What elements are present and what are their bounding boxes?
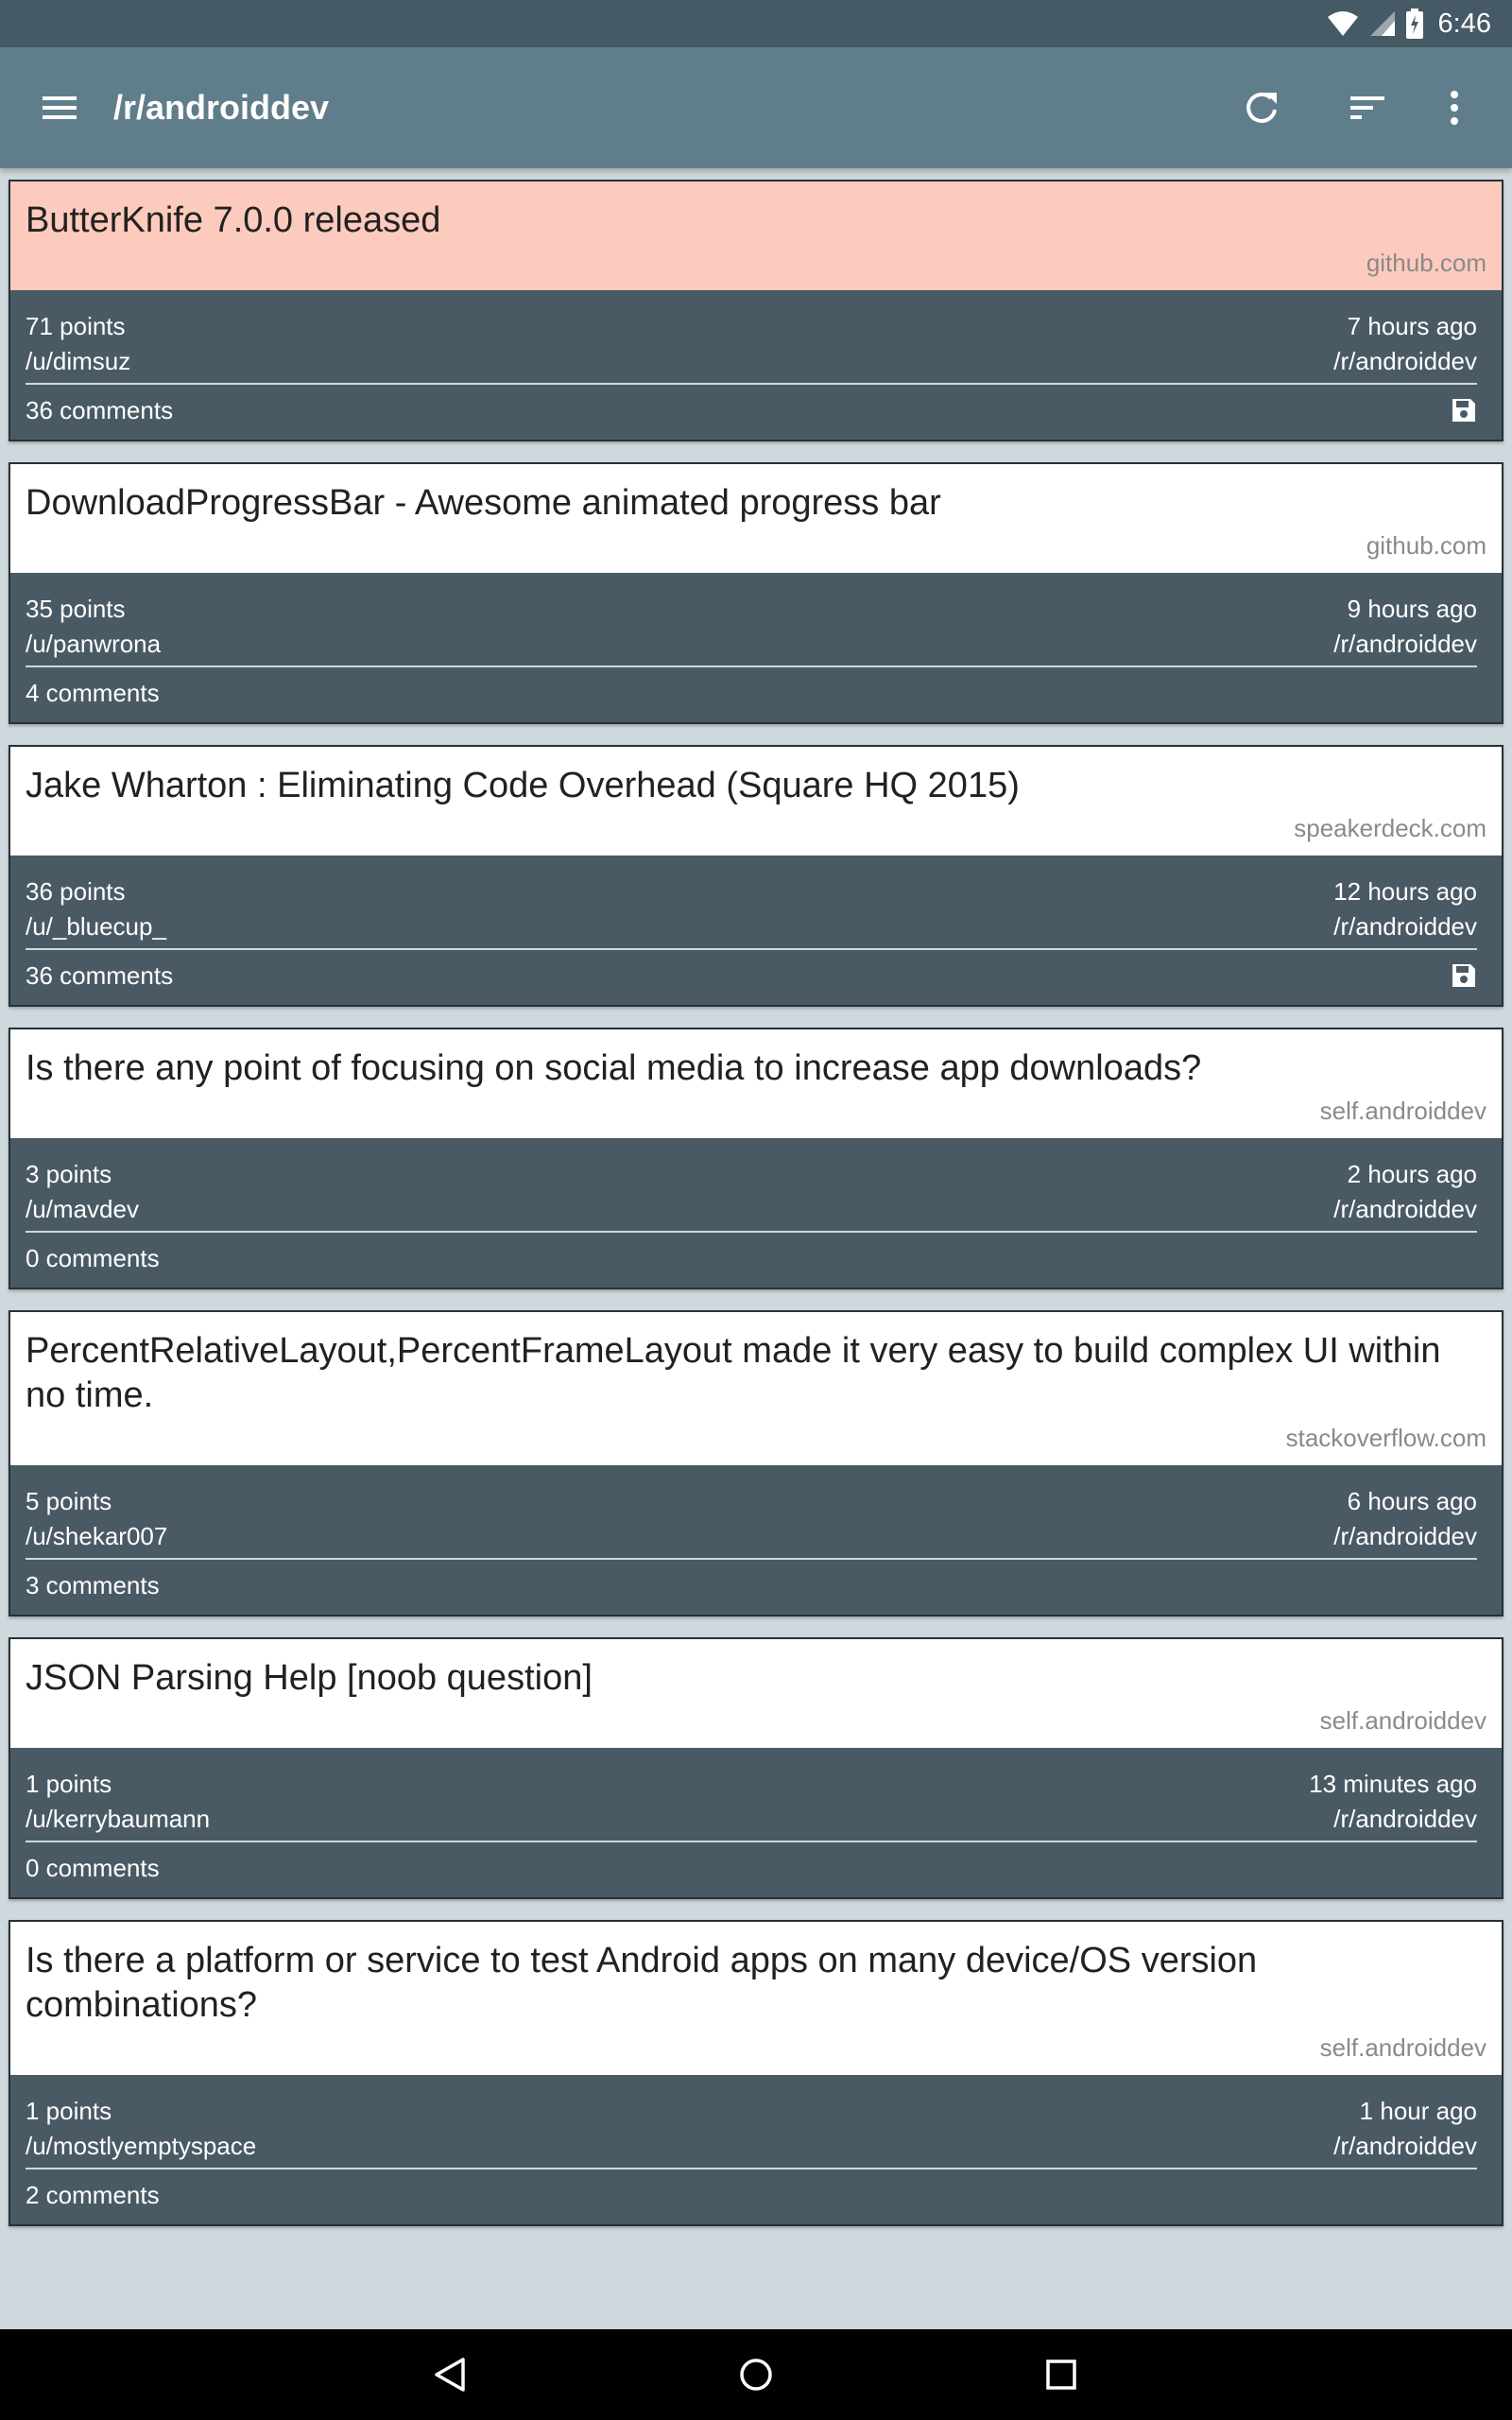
post-subreddit[interactable]: /r/androiddev <box>1333 627 1477 662</box>
save-icon[interactable] <box>1451 962 1477 989</box>
post-time: 9 hours ago <box>1347 595 1477 623</box>
app-bar: /r/androiddev <box>0 47 1512 168</box>
post-subreddit[interactable]: /r/androiddev <box>1333 2129 1477 2164</box>
signal-icon <box>1368 9 1397 38</box>
post-card[interactable]: Is there any point of focusing on social… <box>9 1028 1503 1289</box>
post-header[interactable]: Is there a platform or service to test A… <box>10 1922 1502 2075</box>
post-title[interactable]: PercentRelativeLayout,PercentFrameLayout… <box>26 1329 1486 1418</box>
post-time: 6 hours ago <box>1347 1487 1477 1515</box>
post-comments[interactable]: 0 comments <box>26 1848 160 1888</box>
post-points: 5 points <box>26 1487 112 1515</box>
post-comments[interactable]: 3 comments <box>26 1565 160 1605</box>
post-domain: speakerdeck.com <box>1294 814 1486 842</box>
system-nav-bar <box>0 2329 1512 2420</box>
post-author[interactable]: /u/mavdev <box>26 1192 139 1227</box>
post-subreddit[interactable]: /r/androiddev <box>1333 1519 1477 1554</box>
post-time: 1 hour ago <box>1359 2097 1477 2125</box>
status-icons: 6:46 <box>1327 6 1491 42</box>
post-card[interactable]: Jake Wharton : Eliminating Code Overhead… <box>9 745 1503 1007</box>
back-icon[interactable] <box>412 2348 488 2401</box>
post-author[interactable]: /u/dimsuz <box>26 344 130 379</box>
sort-icon[interactable] <box>1334 79 1400 136</box>
post-header[interactable]: ButterKnife 7.0.0 released github.com <box>10 182 1502 290</box>
battery-icon <box>1405 9 1423 39</box>
post-meta: 3 points 2 hours ago /u/mavdev/r/androidd… <box>10 1138 1502 1288</box>
post-meta: 1 points 1 hour ago /u/mostlyemptyspace/r… <box>10 2075 1502 2224</box>
post-time: 12 hours ago <box>1333 877 1477 906</box>
post-domain: self.androiddev <box>1319 2033 1486 2062</box>
post-subreddit[interactable]: /r/androiddev <box>1333 1802 1477 1837</box>
save-icon[interactable] <box>1451 397 1477 424</box>
post-meta: 71 points 7 hours ago /u/dimsuz/r/android… <box>10 290 1502 440</box>
status-bar: 6:46 <box>0 0 1512 47</box>
post-card[interactable]: ButterKnife 7.0.0 released github.com 71… <box>9 180 1503 441</box>
post-title[interactable]: JSON Parsing Help [noob question] <box>26 1656 1486 1701</box>
post-author[interactable]: /u/panwrona <box>26 627 161 662</box>
post-card[interactable]: Is there a platform or service to test A… <box>9 1920 1503 2226</box>
post-time: 2 hours ago <box>1347 1160 1477 1188</box>
post-title[interactable]: Is there a platform or service to test A… <box>26 1939 1486 2028</box>
post-meta: 36 points 12 hours ago /u/_bluecup_ /r/and… <box>10 856 1502 1005</box>
home-icon[interactable] <box>718 2348 794 2401</box>
post-domain: self.androiddev <box>1319 1706 1486 1735</box>
page-title: /r/androiddev <box>113 88 330 127</box>
refresh-icon[interactable] <box>1228 79 1295 136</box>
post-comments[interactable]: 36 comments <box>26 956 173 995</box>
post-comments[interactable]: 0 comments <box>26 1238 160 1278</box>
divider <box>26 948 1477 950</box>
post-subreddit[interactable]: /r/androiddev <box>1333 344 1477 379</box>
divider <box>26 383 1477 385</box>
post-title[interactable]: ButterKnife 7.0.0 released <box>26 199 1486 243</box>
post-points: 3 points <box>26 1160 112 1188</box>
post-meta: 35 points 9 hours ago /u/panwrona/r/andro… <box>10 573 1502 722</box>
post-header[interactable]: JSON Parsing Help [noob question] self.a… <box>10 1639 1502 1748</box>
post-comments[interactable]: 2 comments <box>26 2175 160 2215</box>
post-points: 1 points <box>26 2097 112 2125</box>
post-title[interactable]: Is there any point of focusing on social… <box>26 1046 1486 1091</box>
divider <box>26 1558 1477 1560</box>
post-header[interactable]: PercentRelativeLayout,PercentFrameLayout… <box>10 1312 1502 1465</box>
post-list: ButterKnife 7.0.0 released github.com 71… <box>9 180 1503 2247</box>
post-card[interactable]: PercentRelativeLayout,PercentFrameLayout… <box>9 1310 1503 1616</box>
post-domain: github.com <box>1366 531 1486 560</box>
wifi-icon <box>1327 9 1359 38</box>
post-header[interactable]: DownloadProgressBar - Awesome animated p… <box>10 464 1502 573</box>
post-time: 7 hours ago <box>1347 312 1477 340</box>
post-card[interactable]: JSON Parsing Help [noob question] self.a… <box>9 1637 1503 1899</box>
post-meta: 1 points 13 minutes ago /u/kerrybaumann/r… <box>10 1748 1502 1897</box>
post-subreddit[interactable]: /r/androiddev <box>1333 909 1477 944</box>
post-card[interactable]: DownloadProgressBar - Awesome animated p… <box>9 462 1503 724</box>
post-header[interactable]: Is there any point of focusing on social… <box>10 1029 1502 1138</box>
post-meta: 5 points 6 hours ago /u/shekar007/r/andro… <box>10 1465 1502 1615</box>
divider <box>26 1841 1477 1842</box>
post-author[interactable]: /u/_bluecup_ <box>26 909 166 944</box>
hamburger-menu-icon[interactable] <box>26 79 93 136</box>
recents-icon[interactable] <box>1023 2348 1099 2401</box>
divider <box>26 2168 1477 2169</box>
post-title[interactable]: Jake Wharton : Eliminating Code Overhead… <box>26 764 1486 808</box>
post-points: 1 points <box>26 1770 112 1798</box>
post-domain: github.com <box>1366 249 1486 277</box>
post-points: 35 points <box>26 595 126 623</box>
post-title[interactable]: DownloadProgressBar - Awesome animated p… <box>26 481 1486 526</box>
post-author[interactable]: /u/mostlyemptyspace <box>26 2129 256 2164</box>
post-comments[interactable]: 36 comments <box>26 390 173 430</box>
post-points: 36 points <box>26 877 126 906</box>
post-time: 13 minutes ago <box>1309 1770 1477 1798</box>
divider <box>26 1231 1477 1233</box>
post-subreddit[interactable]: /r/androiddev <box>1333 1192 1477 1227</box>
post-points: 71 points <box>26 312 126 340</box>
more-vert-icon[interactable] <box>1421 79 1487 136</box>
divider <box>26 666 1477 667</box>
post-domain: self.androiddev <box>1319 1097 1486 1125</box>
status-time: 6:46 <box>1437 8 1491 39</box>
post-author[interactable]: /u/kerrybaumann <box>26 1802 210 1837</box>
post-domain: stackoverflow.com <box>1285 1424 1486 1452</box>
post-header[interactable]: Jake Wharton : Eliminating Code Overhead… <box>10 747 1502 856</box>
post-comments[interactable]: 4 comments <box>26 673 160 713</box>
post-author[interactable]: /u/shekar007 <box>26 1519 167 1554</box>
